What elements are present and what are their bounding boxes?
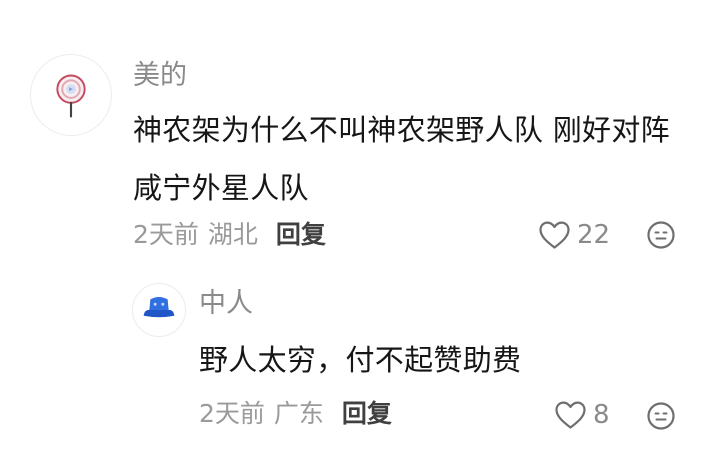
like-button[interactable]: 22 bbox=[538, 220, 610, 250]
comment-text: 神农架为什么不叫神农架野人队 刚好对阵 咸宁外星人队 bbox=[133, 113, 670, 205]
reply-meta: 2天前 广东 回复 bbox=[199, 401, 392, 426]
heart-icon bbox=[555, 401, 586, 429]
reply-author-name[interactable]: 中人 bbox=[199, 290, 253, 317]
reply-reply-button[interactable]: 回复 bbox=[342, 399, 392, 428]
reply-time: 2天前 bbox=[199, 399, 265, 428]
heart-icon bbox=[539, 221, 570, 249]
reply-like-button[interactable]: 8 bbox=[554, 400, 610, 430]
emoji-reaction-icon[interactable] bbox=[646, 220, 676, 250]
comment-avatar[interactable] bbox=[30, 54, 112, 136]
bucket-hat-icon bbox=[143, 297, 175, 318]
reply-avatar[interactable] bbox=[132, 283, 186, 337]
comment-location: 湖北 bbox=[207, 220, 258, 249]
comment-meta: 2天前 湖北 回复 bbox=[133, 222, 326, 247]
reply-location: 广东 bbox=[273, 399, 324, 428]
reply-like-count: 8 bbox=[593, 400, 610, 430]
emoji-reaction-icon[interactable] bbox=[646, 401, 676, 431]
reply-text: 野人太穷，付不起赞助费 bbox=[199, 343, 522, 377]
lollipop-icon bbox=[56, 74, 86, 118]
comment-author-name[interactable]: 美的 bbox=[133, 62, 187, 89]
like-count: 22 bbox=[577, 220, 611, 250]
reply-button[interactable]: 回复 bbox=[276, 220, 326, 249]
comment-time: 2天前 bbox=[133, 220, 199, 249]
